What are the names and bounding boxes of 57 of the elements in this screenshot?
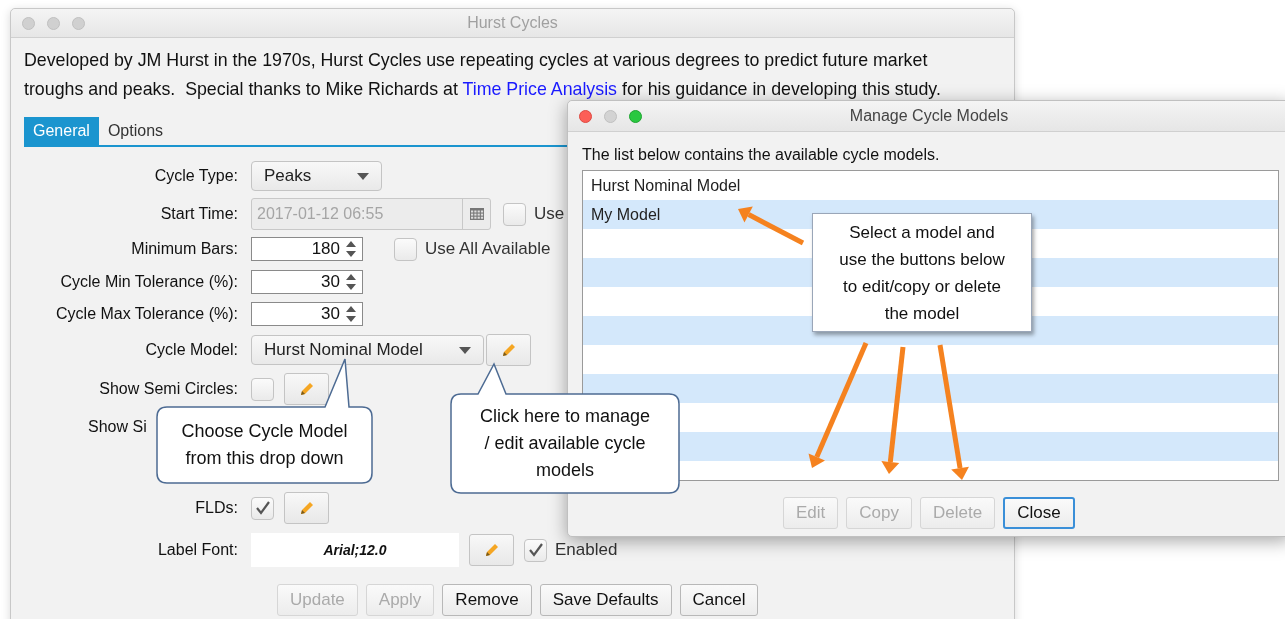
tab[interactable]: Options (98, 117, 173, 145)
checkbox[interactable] (394, 237, 417, 261)
window-control[interactable] (47, 16, 60, 30)
dialog-title: Manage Cycle Models (849, 107, 1009, 124)
spinner-arrows-icon[interactable] (345, 272, 357, 292)
callout-text: Choose Cycle Model from this drop down (180, 420, 349, 470)
checkbox[interactable] (524, 538, 547, 562)
checkbox-label: Enabled (555, 540, 618, 560)
action-button[interactable]: Save Defaults (539, 584, 672, 616)
checkbox[interactable] (251, 377, 274, 401)
field-label: Show Si (88, 418, 147, 436)
edit-button[interactable] (486, 334, 531, 366)
dropdown[interactable]: Peaks (251, 161, 382, 191)
window-control[interactable] (22, 16, 35, 30)
font-field[interactable]: Arial;12.0 (251, 533, 459, 567)
field-label: Minimum Bars: (130, 240, 238, 258)
field-label: Cycle Type: (153, 167, 238, 185)
calendar-icon (469, 208, 484, 220)
field-label: FLDs: (194, 499, 238, 517)
callout-text: Click here to manage / edit available cycle models (478, 405, 652, 482)
edit-button[interactable] (469, 534, 514, 566)
spinner-arrows-icon[interactable] (345, 239, 357, 259)
checkbox[interactable] (251, 496, 274, 520)
link[interactable]: Time Price Analysis (462, 79, 617, 99)
window-control[interactable] (72, 16, 85, 30)
window-control[interactable] (579, 109, 592, 123)
window-title: Hurst Cycles (467, 14, 558, 31)
caret-icon (459, 346, 471, 354)
checkbox-label: Use All Available (425, 239, 551, 259)
description: Developed by JM Hurst in the 1970s, Hurst Cycles use repeating cycles at various degrees to predict future market troughs and peaks. Special thanks to Mike Richards at Time Price Analysis for his guidance in developing this study. (24, 49, 942, 101)
checkbox-label: Use (534, 204, 565, 224)
intro-text: The list below contains the available cycle models. (582, 146, 941, 164)
action-button[interactable]: Remove (442, 584, 532, 616)
edit-button[interactable] (284, 373, 329, 405)
action-button[interactable]: Cancel (679, 584, 759, 616)
field-label: Cycle Max Tolerance (%): (55, 305, 238, 323)
list-item[interactable]: My Model (591, 206, 661, 223)
dropdown[interactable]: Hurst Nominal Model (251, 335, 484, 365)
field-label: Show Semi Circles: (98, 380, 238, 398)
number-field[interactable]: 30 (251, 302, 363, 326)
field-label: Cycle Min Tolerance (%): (59, 273, 238, 291)
dialog-button[interactable]: Close (1003, 497, 1075, 529)
edit-button[interactable] (284, 492, 329, 524)
arrow (738, 206, 805, 246)
caret-icon (357, 172, 369, 180)
number-field[interactable]: 30 (251, 270, 363, 294)
number-field[interactable]: 180 (251, 237, 363, 261)
window-control[interactable] (629, 109, 642, 123)
spinner-arrows-icon[interactable] (345, 304, 357, 324)
check-icon (254, 501, 271, 515)
list-item[interactable]: Hurst Nominal Model (591, 177, 741, 194)
field-label: Cycle Model: (144, 341, 238, 359)
check-icon (527, 543, 544, 557)
window-control[interactable] (604, 109, 617, 123)
field-label: Label Font: (156, 541, 238, 559)
field-label: Start Time: (159, 205, 238, 223)
callout-text: Select a model and use the buttons below to edit/copy or delete the model (838, 221, 1006, 325)
